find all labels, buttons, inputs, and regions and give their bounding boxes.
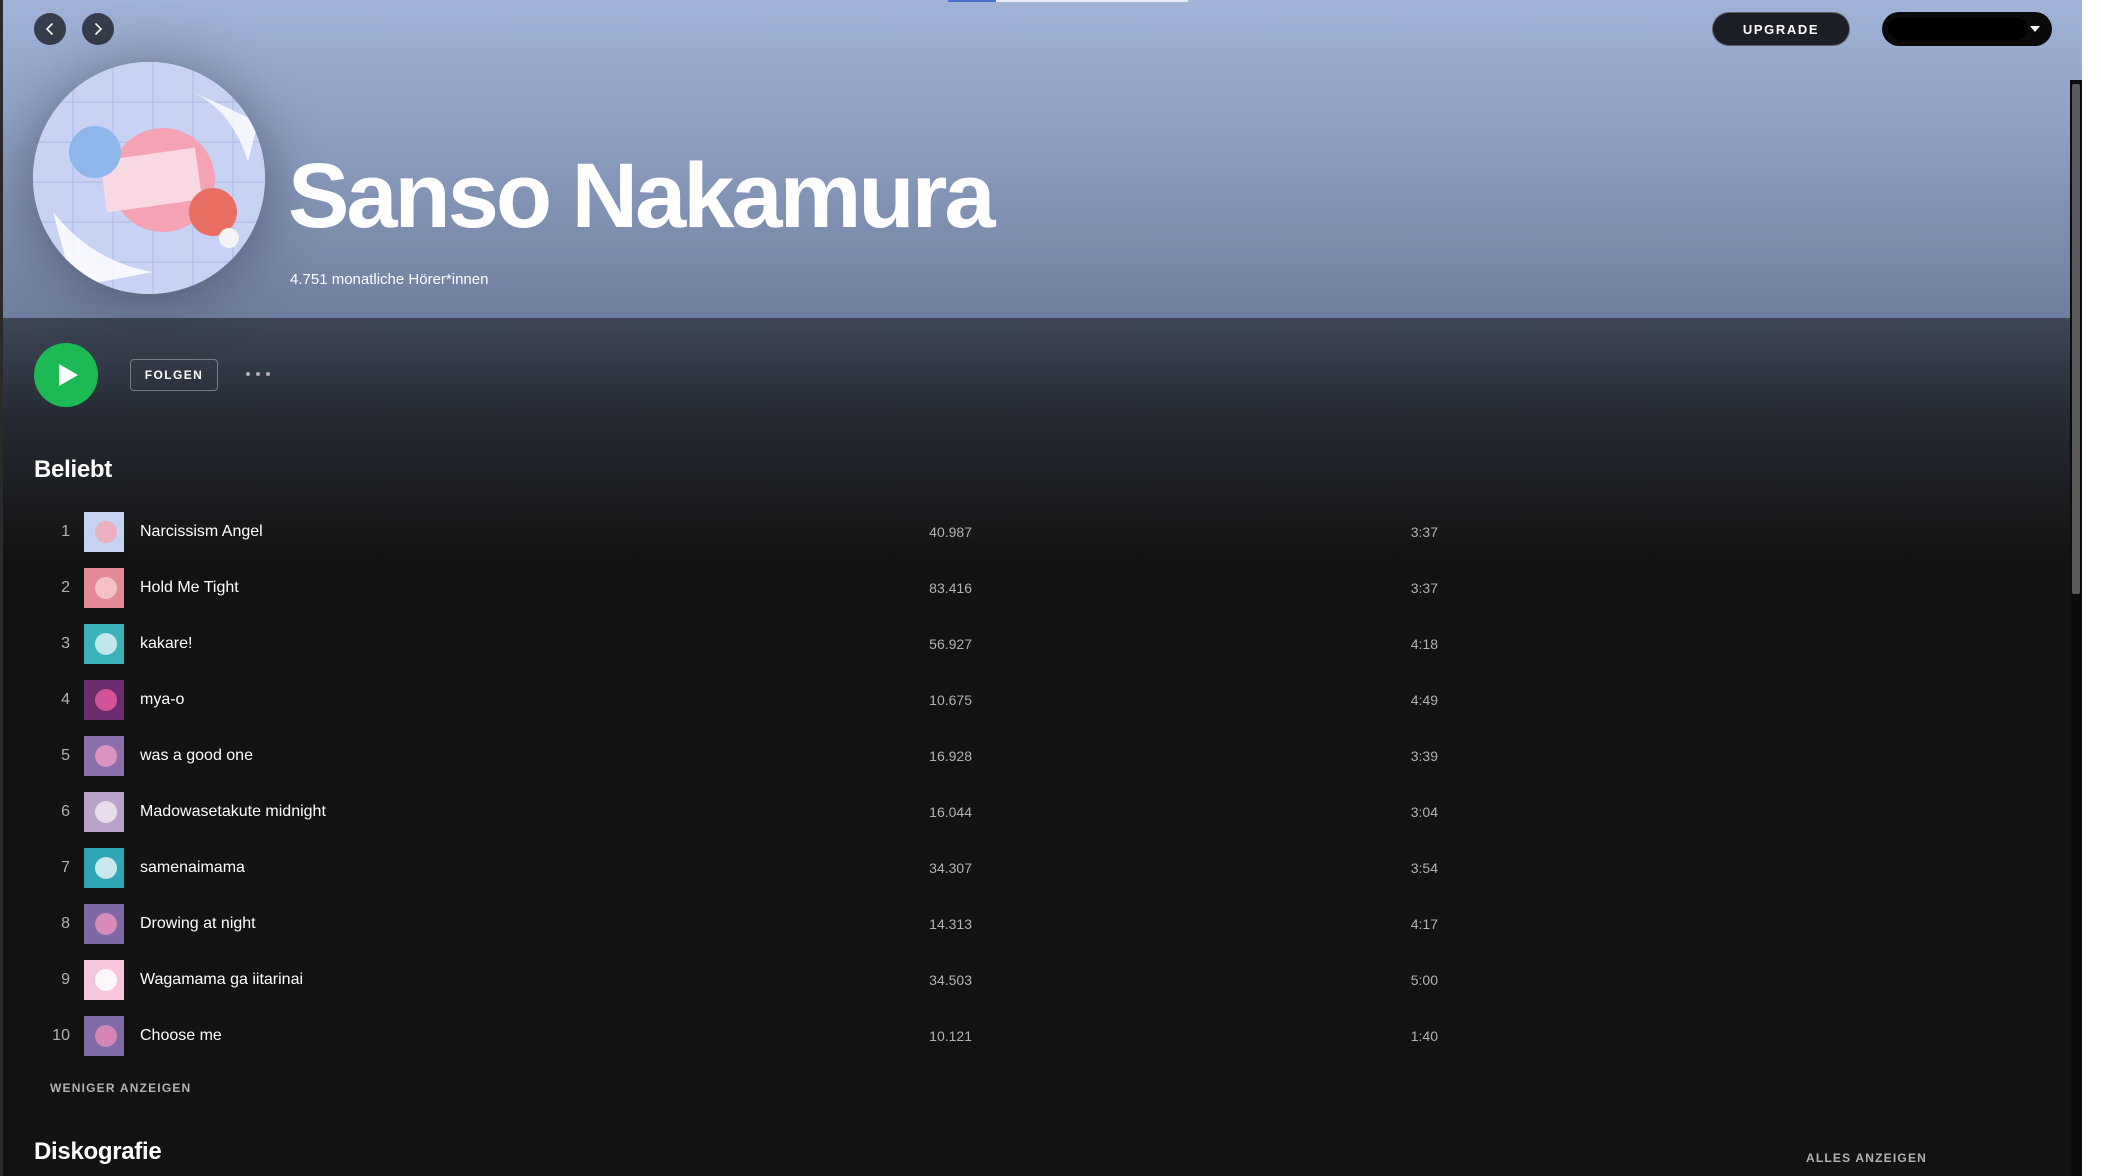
- track-play-count: 34.307: [929, 860, 972, 876]
- artist-avatar: [33, 62, 265, 294]
- track-cover-art: [84, 568, 124, 608]
- track-duration: 1:40: [1410, 1028, 1438, 1044]
- track-title[interactable]: Choose me: [140, 1027, 830, 1045]
- play-button[interactable]: [34, 343, 98, 407]
- track-row[interactable]: 2 Hold Me Tight 83.416 3:37: [34, 560, 1464, 616]
- track-title[interactable]: was a good one: [140, 747, 830, 765]
- track-number: 4: [61, 691, 70, 708]
- track-row[interactable]: 5 was a good one 16.928 3:39: [34, 728, 1464, 784]
- track-play-count: 16.044: [929, 804, 972, 820]
- track-number: 6: [61, 803, 70, 820]
- track-title[interactable]: Drowing at night: [140, 915, 830, 933]
- popular-tracklist: 1 Narcissism Angel 40.987 3:37 2 Hold Me Tigh…: [34, 504, 1464, 1064]
- monthly-listeners: 4.751 monatliche Hörer*innen: [290, 271, 489, 288]
- track-row[interactable]: 6 Madowasetakute midnight 16.044 3:04: [34, 784, 1464, 840]
- user-menu-button[interactable]: [1882, 12, 2052, 46]
- track-play-count: 10.121: [929, 1028, 972, 1044]
- track-row[interactable]: 7 samenaimama 34.307 3:54: [34, 840, 1464, 896]
- popular-section-title: Beliebt: [34, 456, 112, 483]
- track-row[interactable]: 9 Wagamama ga iitarinai 34.503 5:00: [34, 952, 1464, 1008]
- upgrade-button[interactable]: UPGRADE: [1712, 12, 1850, 46]
- track-title[interactable]: Narcissism Angel: [140, 523, 830, 541]
- track-duration: 4:17: [1410, 916, 1438, 932]
- track-number: 3: [61, 635, 70, 652]
- spotify-window: UPGRADE Sanso Nakamura 4.751 monatliche …: [0, 0, 2101, 1176]
- track-number: 9: [61, 971, 70, 988]
- track-play-count: 34.503: [929, 972, 972, 988]
- track-number: 7: [61, 859, 70, 876]
- track-row[interactable]: 8 Drowing at night 14.313 4:17: [34, 896, 1464, 952]
- track-play-count: 14.313: [929, 916, 972, 932]
- forward-button[interactable]: [82, 13, 114, 45]
- track-play-count: 40.987: [929, 524, 972, 540]
- user-name-redacted: [1888, 18, 2028, 40]
- track-duration: 5:00: [1410, 972, 1438, 988]
- track-cover-art: [84, 512, 124, 552]
- track-duration: 3:37: [1410, 580, 1438, 596]
- track-cover-art: [84, 792, 124, 832]
- track-cover-art: [84, 680, 124, 720]
- track-duration: 3:54: [1410, 860, 1438, 876]
- track-play-count: 83.416: [929, 580, 972, 596]
- track-play-count: 56.927: [929, 636, 972, 652]
- track-title[interactable]: Hold Me Tight: [140, 579, 830, 597]
- track-number: 8: [61, 915, 70, 932]
- show-all-button[interactable]: ALLES ANZEIGEN: [1806, 1151, 1927, 1165]
- track-duration: 3:37: [1410, 524, 1438, 540]
- track-row[interactable]: 3 kakare! 56.927 4:18: [34, 616, 1464, 672]
- track-cover-art: [84, 904, 124, 944]
- track-duration: 3:04: [1410, 804, 1438, 820]
- track-title[interactable]: Wagamama ga iitarinai: [140, 971, 830, 989]
- track-cover-art: [84, 960, 124, 1000]
- track-play-count: 10.675: [929, 692, 972, 708]
- caret-down-icon: [2030, 26, 2040, 32]
- show-less-button[interactable]: WENIGER ANZEIGEN: [50, 1081, 191, 1095]
- more-options-button[interactable]: [240, 360, 276, 388]
- track-duration: 4:49: [1410, 692, 1438, 708]
- loading-progress-bar: [948, 0, 1188, 2]
- track-row[interactable]: 1 Narcissism Angel 40.987 3:37: [34, 504, 1464, 560]
- track-cover-art: [84, 1016, 124, 1056]
- track-number: 2: [61, 579, 70, 596]
- track-title[interactable]: samenaimama: [140, 859, 830, 877]
- scrollbar-thumb[interactable]: [2072, 84, 2080, 594]
- discography-section-title: Diskografie: [34, 1138, 162, 1165]
- track-duration: 3:39: [1410, 748, 1438, 764]
- track-cover-art: [84, 624, 124, 664]
- follow-button[interactable]: FOLGEN: [130, 359, 218, 391]
- track-number: 1: [61, 523, 70, 540]
- more-dots-icon: [246, 372, 270, 376]
- track-cover-art: [84, 848, 124, 888]
- track-title[interactable]: mya-o: [140, 691, 830, 709]
- chevron-right-icon: [94, 22, 103, 36]
- track-duration: 4:18: [1410, 636, 1438, 652]
- window-left-edge: [0, 0, 3, 1176]
- loading-progress-fill: [948, 0, 996, 2]
- play-icon: [59, 364, 78, 386]
- track-title[interactable]: Madowasetakute midnight: [140, 803, 830, 821]
- window-right-edge: [2082, 0, 2101, 1176]
- track-number: 5: [61, 747, 70, 764]
- track-row[interactable]: 4 mya-o 10.675 4:49: [34, 672, 1464, 728]
- chevron-left-icon: [45, 22, 54, 36]
- track-title[interactable]: kakare!: [140, 635, 830, 653]
- track-number: 10: [52, 1027, 70, 1044]
- artist-name: Sanso Nakamura: [288, 145, 996, 247]
- back-button[interactable]: [34, 13, 66, 45]
- track-row[interactable]: 10 Choose me 10.121 1:40: [34, 1008, 1464, 1064]
- track-play-count: 16.928: [929, 748, 972, 764]
- track-cover-art: [84, 736, 124, 776]
